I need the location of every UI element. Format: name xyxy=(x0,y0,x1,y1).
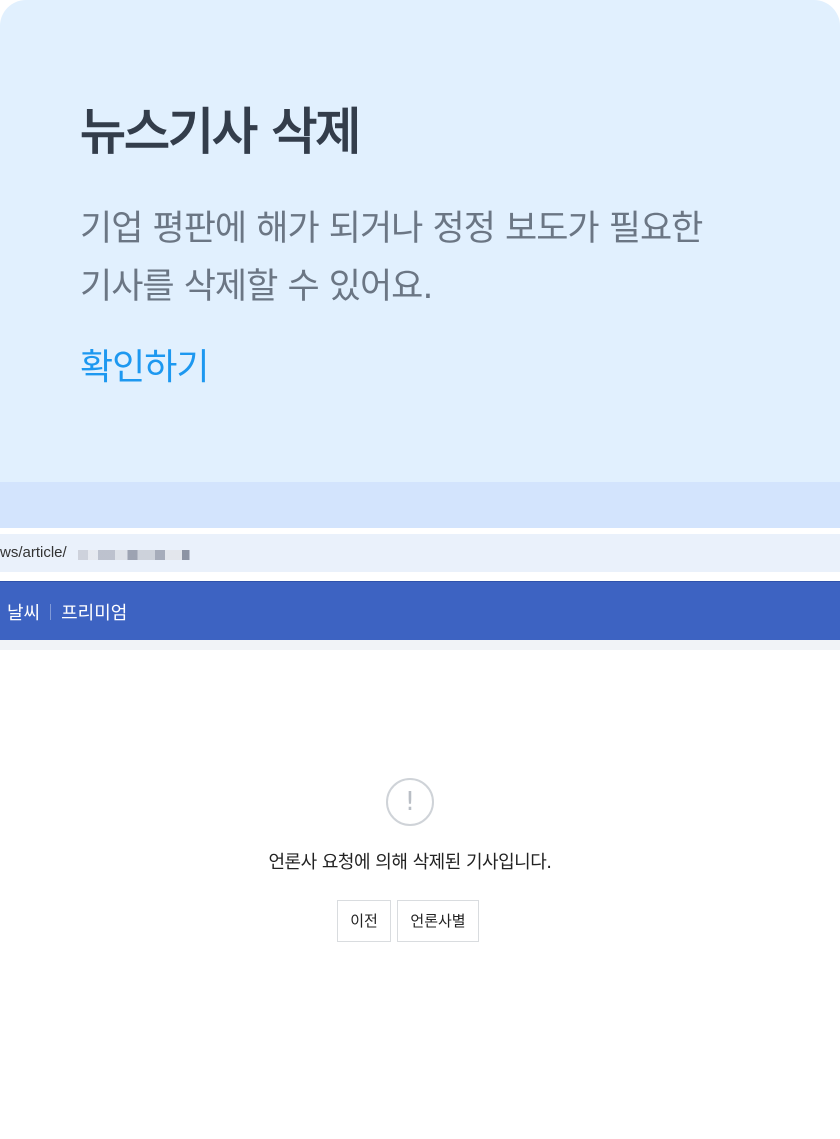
press-list-button[interactable]: 언론사별 xyxy=(397,900,479,942)
address-bar[interactable]: ws/article/ xyxy=(0,534,840,572)
nav-item-premium[interactable]: 프리미엄 xyxy=(61,599,127,625)
url-text: ws/article/ xyxy=(0,544,67,561)
confirm-link[interactable]: 확인하기 xyxy=(80,338,209,390)
prev-button[interactable]: 이전 xyxy=(337,900,391,942)
site-navbar: 날씨 프리미엄 xyxy=(0,581,840,640)
nav-shadow xyxy=(0,640,840,650)
hero-description-line-2: 기사를 삭제할 수 있어요. xyxy=(80,267,434,307)
hero-description: 기업 평판에 해가 되거나 정정 보도가 필요한 기사를 삭제할 수 있어요. xyxy=(80,200,780,316)
exclamation-circle-icon: ! xyxy=(386,778,434,826)
nav-items: 날씨 프리미엄 xyxy=(7,599,127,625)
nav-separator xyxy=(50,604,52,620)
deleted-message: 언론사 요청에 의해 삭제된 기사입니다. xyxy=(268,852,552,873)
promo-card: 뉴스기사 삭제 기업 평판에 해가 되거나 정정 보도가 필요한 기사를 삭제할… xyxy=(0,0,840,1139)
nav-gap xyxy=(0,572,840,581)
divider-band xyxy=(0,482,840,528)
hero-title: 뉴스기사 삭제 xyxy=(80,103,361,161)
hero-description-line-1: 기업 평판에 해가 되거나 정정 보도가 필요한 xyxy=(80,209,703,249)
nav-item-weather[interactable]: 날씨 xyxy=(7,599,40,625)
blurred-url-segment xyxy=(78,550,202,560)
hero-section: 뉴스기사 삭제 기업 평판에 해가 되거나 정정 보도가 필요한 기사를 삭제할… xyxy=(0,0,840,482)
browser-screenshot: ws/article/ 날씨 프리미엄 ! 언론사 요청에 의해 삭제된 기사입… xyxy=(0,528,840,1139)
